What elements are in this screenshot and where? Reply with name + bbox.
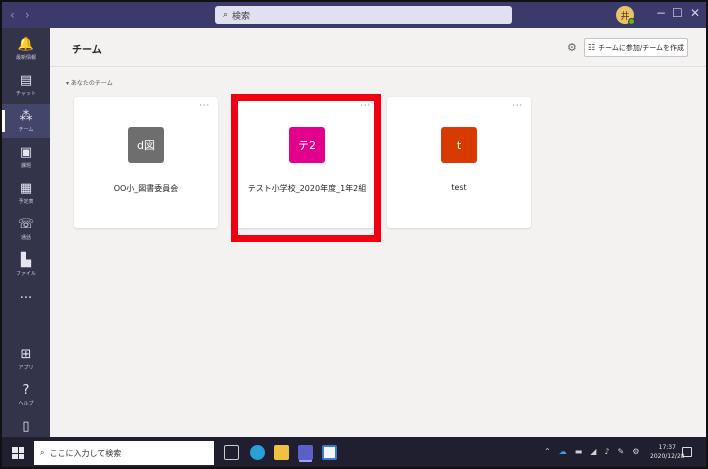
- nav-arrows: ‹ ›: [10, 8, 30, 22]
- taskbar-clock[interactable]: 17:37 2020/12/28: [650, 443, 685, 461]
- cloud-icon[interactable]: ☁: [559, 447, 567, 456]
- rail-item-assignments[interactable]: ▣ 課題: [2, 140, 50, 174]
- phone-icon: ☏: [17, 216, 35, 232]
- search-icon: ⌕: [223, 10, 229, 20]
- file-explorer-icon[interactable]: [274, 445, 289, 460]
- more-options-icon[interactable]: ···: [199, 101, 210, 110]
- team-avatar-tile: d図: [128, 127, 164, 163]
- minimize-icon[interactable]: −: [656, 6, 666, 20]
- windows-start-icon[interactable]: [12, 447, 24, 459]
- rail-item-help[interactable]: ? ヘルプ: [2, 378, 50, 412]
- teams-icon: ⁂: [19, 108, 33, 124]
- rail-item-files[interactable]: ▙ ファイル: [2, 248, 50, 282]
- maximize-icon[interactable]: ☐: [672, 6, 683, 20]
- avatar[interactable]: 井: [616, 6, 635, 25]
- store-icon[interactable]: [322, 445, 337, 460]
- more-options-icon[interactable]: ···: [512, 101, 523, 110]
- teams-taskbar-icon[interactable]: [298, 445, 313, 460]
- page-title: チーム: [72, 45, 102, 56]
- search-input[interactable]: ⌕ 検索: [215, 6, 512, 24]
- taskbar-search-input[interactable]: ⌕ ここに入力して検索: [34, 441, 214, 465]
- teams-window: ‹ › ⌕ 検索 井 − ☐ ✕ 🔔 最新情報 ▤ チャット ⁂ チーム ▣ 課…: [0, 0, 708, 469]
- rail-item-label: チャット: [16, 90, 36, 97]
- help-icon: ?: [22, 382, 30, 398]
- pen-icon[interactable]: ✎: [618, 447, 625, 456]
- title-bar: ‹ › ⌕ 検索 井 − ☐ ✕: [2, 2, 706, 28]
- rail-item-chat[interactable]: ▤ チャット: [2, 68, 50, 102]
- volume-icon[interactable]: ♪: [604, 447, 609, 456]
- your-teams-section-label: ▾ あなたのチーム: [66, 80, 113, 87]
- team-name: test: [451, 183, 467, 192]
- clock-date: 2020/12/28: [650, 453, 685, 460]
- task-view-icon[interactable]: [224, 445, 239, 460]
- device-icon: ▯: [22, 419, 30, 434]
- rail-item-more[interactable]: ···: [2, 282, 50, 316]
- team-card[interactable]: ··· t test: [387, 97, 531, 228]
- settings-icon[interactable]: ⚙: [632, 447, 639, 456]
- rail-item-label: ヘルプ: [18, 400, 34, 407]
- rail-item-calendar[interactable]: ▦ 予定表: [2, 176, 50, 210]
- team-name: OO小_図書委員会: [113, 184, 179, 193]
- windows-taskbar: ⌕ ここに入力して検索 ⌃ ☁ ▬ ◢ ♪ ✎ ⚙ 17:37 2020/12/…: [2, 437, 706, 467]
- rail-item-label: チーム: [18, 126, 34, 133]
- forward-arrow-icon[interactable]: ›: [25, 8, 30, 22]
- add-team-icon: ☷: [587, 43, 596, 52]
- highlight-box: [231, 94, 381, 242]
- taskbar-search-placeholder: ここに入力して検索: [49, 448, 122, 458]
- network-icon[interactable]: ◢: [590, 447, 596, 456]
- rail-item-activity[interactable]: 🔔 最新情報: [2, 32, 50, 66]
- edge-browser-icon[interactable]: [250, 445, 265, 460]
- notification-icon[interactable]: [682, 447, 692, 457]
- rail-item-label: 最新情報: [15, 54, 36, 61]
- gear-icon[interactable]: ⚙: [567, 41, 577, 54]
- rail-item-label: アプリ: [18, 364, 34, 371]
- rail-item-label: 予定表: [18, 198, 34, 205]
- apps-icon: ⊞: [20, 346, 32, 362]
- battery-icon[interactable]: ▬: [575, 447, 583, 456]
- rail-item-label: 通話: [20, 234, 31, 241]
- presence-available-icon: [628, 18, 635, 25]
- rail-item-label: ファイル: [15, 270, 36, 277]
- close-icon[interactable]: ✕: [690, 6, 700, 20]
- join-or-create-team-button[interactable]: ☷ チームに参加/チームを作成: [584, 38, 688, 57]
- rail-item-calls[interactable]: ☏ 通話: [2, 212, 50, 246]
- search-icon: ⌕: [40, 448, 45, 457]
- rail-item-teams[interactable]: ⁂ チーム: [2, 104, 50, 138]
- chevron-up-icon[interactable]: ⌃: [544, 447, 551, 456]
- app-rail: 🔔 最新情報 ▤ チャット ⁂ チーム ▣ 課題 ▦ 予定表 ☏ 通話 ▙ ファ…: [2, 28, 50, 437]
- files-icon: ▙: [21, 252, 31, 268]
- rail-item-label: 課題: [20, 162, 31, 169]
- join-or-create-team-label: チームに参加/チームを作成: [598, 43, 685, 52]
- calendar-icon: ▦: [19, 180, 33, 196]
- search-placeholder: 検索: [232, 11, 251, 22]
- bell-icon: 🔔: [17, 36, 35, 52]
- team-card[interactable]: ··· d図 OO小_図書委員会: [74, 97, 218, 228]
- team-avatar-tile: t: [441, 127, 477, 163]
- assignments-icon: ▣: [19, 144, 33, 160]
- more-icon: ···: [19, 291, 33, 306]
- system-tray: ⌃ ☁ ▬ ◢ ♪ ✎ ⚙: [544, 447, 639, 456]
- rail-item-apps[interactable]: ⊞ アプリ: [2, 342, 50, 376]
- clock-time: 17:37: [658, 444, 676, 451]
- page-header: チーム ⚙ ☷ チームに参加/チームを作成: [50, 28, 706, 67]
- chat-icon: ▤: [19, 72, 33, 88]
- back-arrow-icon[interactable]: ‹: [10, 8, 15, 22]
